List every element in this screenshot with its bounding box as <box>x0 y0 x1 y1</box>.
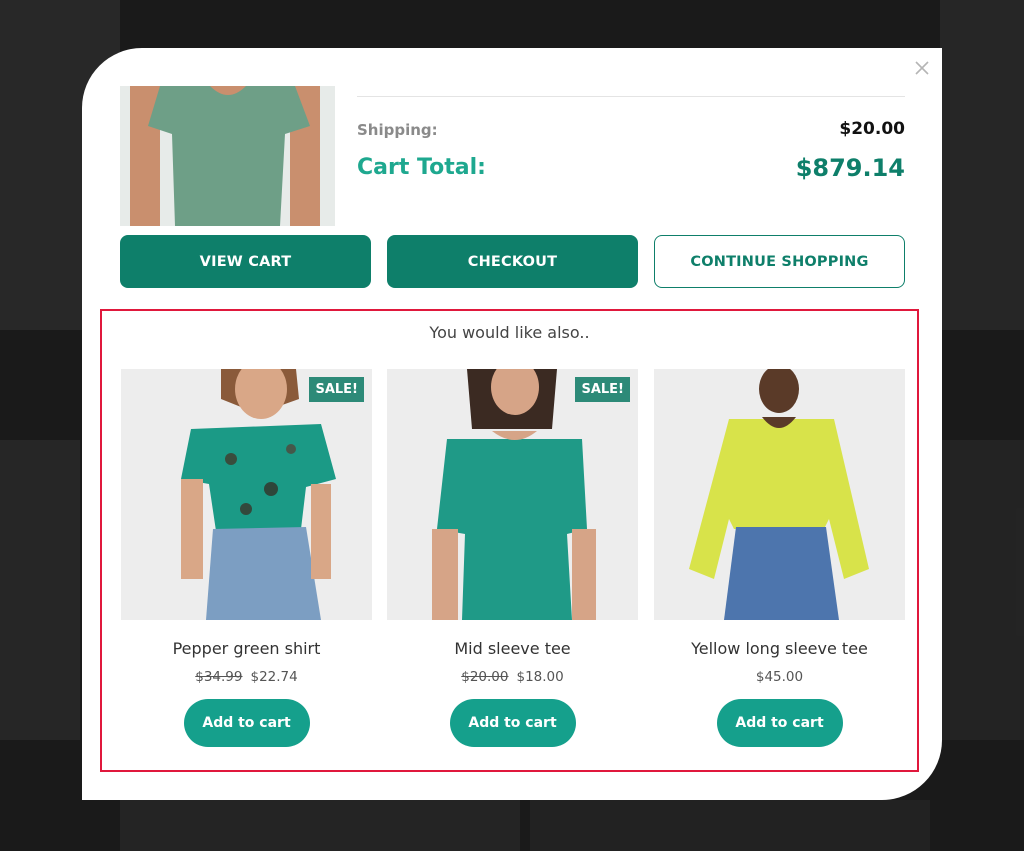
price: $45.00 <box>755 669 804 685</box>
divider <box>357 96 905 97</box>
cart-total-row: Cart Total: $879.14 <box>357 151 905 185</box>
sale-badge: SALE! <box>309 377 364 402</box>
original-price: $34.99 <box>195 669 243 685</box>
view-cart-button[interactable]: VIEW CART <box>120 235 371 288</box>
product-name[interactable]: Pepper green shirt <box>121 639 372 658</box>
cart-total-value: $879.14 <box>795 154 905 182</box>
product-card: SALE! Mid sleeve tee $20.00 $18.00 Add to… <box>387 369 638 747</box>
original-price: $20.00 <box>461 669 509 685</box>
product-image[interactable] <box>654 369 905 620</box>
sale-price: $18.00 <box>516 669 564 685</box>
cart-total-label: Cart Total: <box>357 155 486 180</box>
product-card: Yellow long sleeve tee $45.00 Add to car… <box>654 369 905 747</box>
product-image[interactable]: SALE! <box>121 369 372 620</box>
shipping-label: Shipping: <box>357 121 438 139</box>
product-card: SALE! Pepper green shirt $34.99 $22.74 Ad… <box>121 369 372 747</box>
product-name[interactable]: Yellow long sleeve tee <box>654 639 905 658</box>
product-name[interactable]: Mid sleeve tee <box>387 639 638 658</box>
recommendations-title: You would like also.. <box>429 323 590 342</box>
cart-item-thumbnail <box>120 86 335 226</box>
added-to-cart-popup: Shipping: $20.00 Cart Total: $879.14 VIE… <box>82 48 942 800</box>
checkout-button[interactable]: CHECKOUT <box>387 235 638 288</box>
product-price: $20.00 $18.00 <box>387 669 638 685</box>
recommendations-section: You would like also.. SALE! Pepper green… <box>100 309 919 772</box>
sale-price: $22.74 <box>250 669 298 685</box>
close-icon[interactable] <box>912 58 932 78</box>
product-price: $45.00 <box>654 669 905 685</box>
continue-shopping-button[interactable]: CONTINUE SHOPPING <box>654 235 905 288</box>
add-to-cart-button[interactable]: Add to cart <box>183 699 310 747</box>
sale-badge: SALE! <box>575 377 630 402</box>
add-to-cart-button[interactable]: Add to cart <box>449 699 576 747</box>
shipping-row: Shipping: $20.00 <box>357 118 905 142</box>
product-image[interactable]: SALE! <box>387 369 638 620</box>
shipping-value: $20.00 <box>839 119 905 139</box>
add-to-cart-button[interactable]: Add to cart <box>716 699 843 747</box>
product-price: $34.99 $22.74 <box>121 669 372 685</box>
